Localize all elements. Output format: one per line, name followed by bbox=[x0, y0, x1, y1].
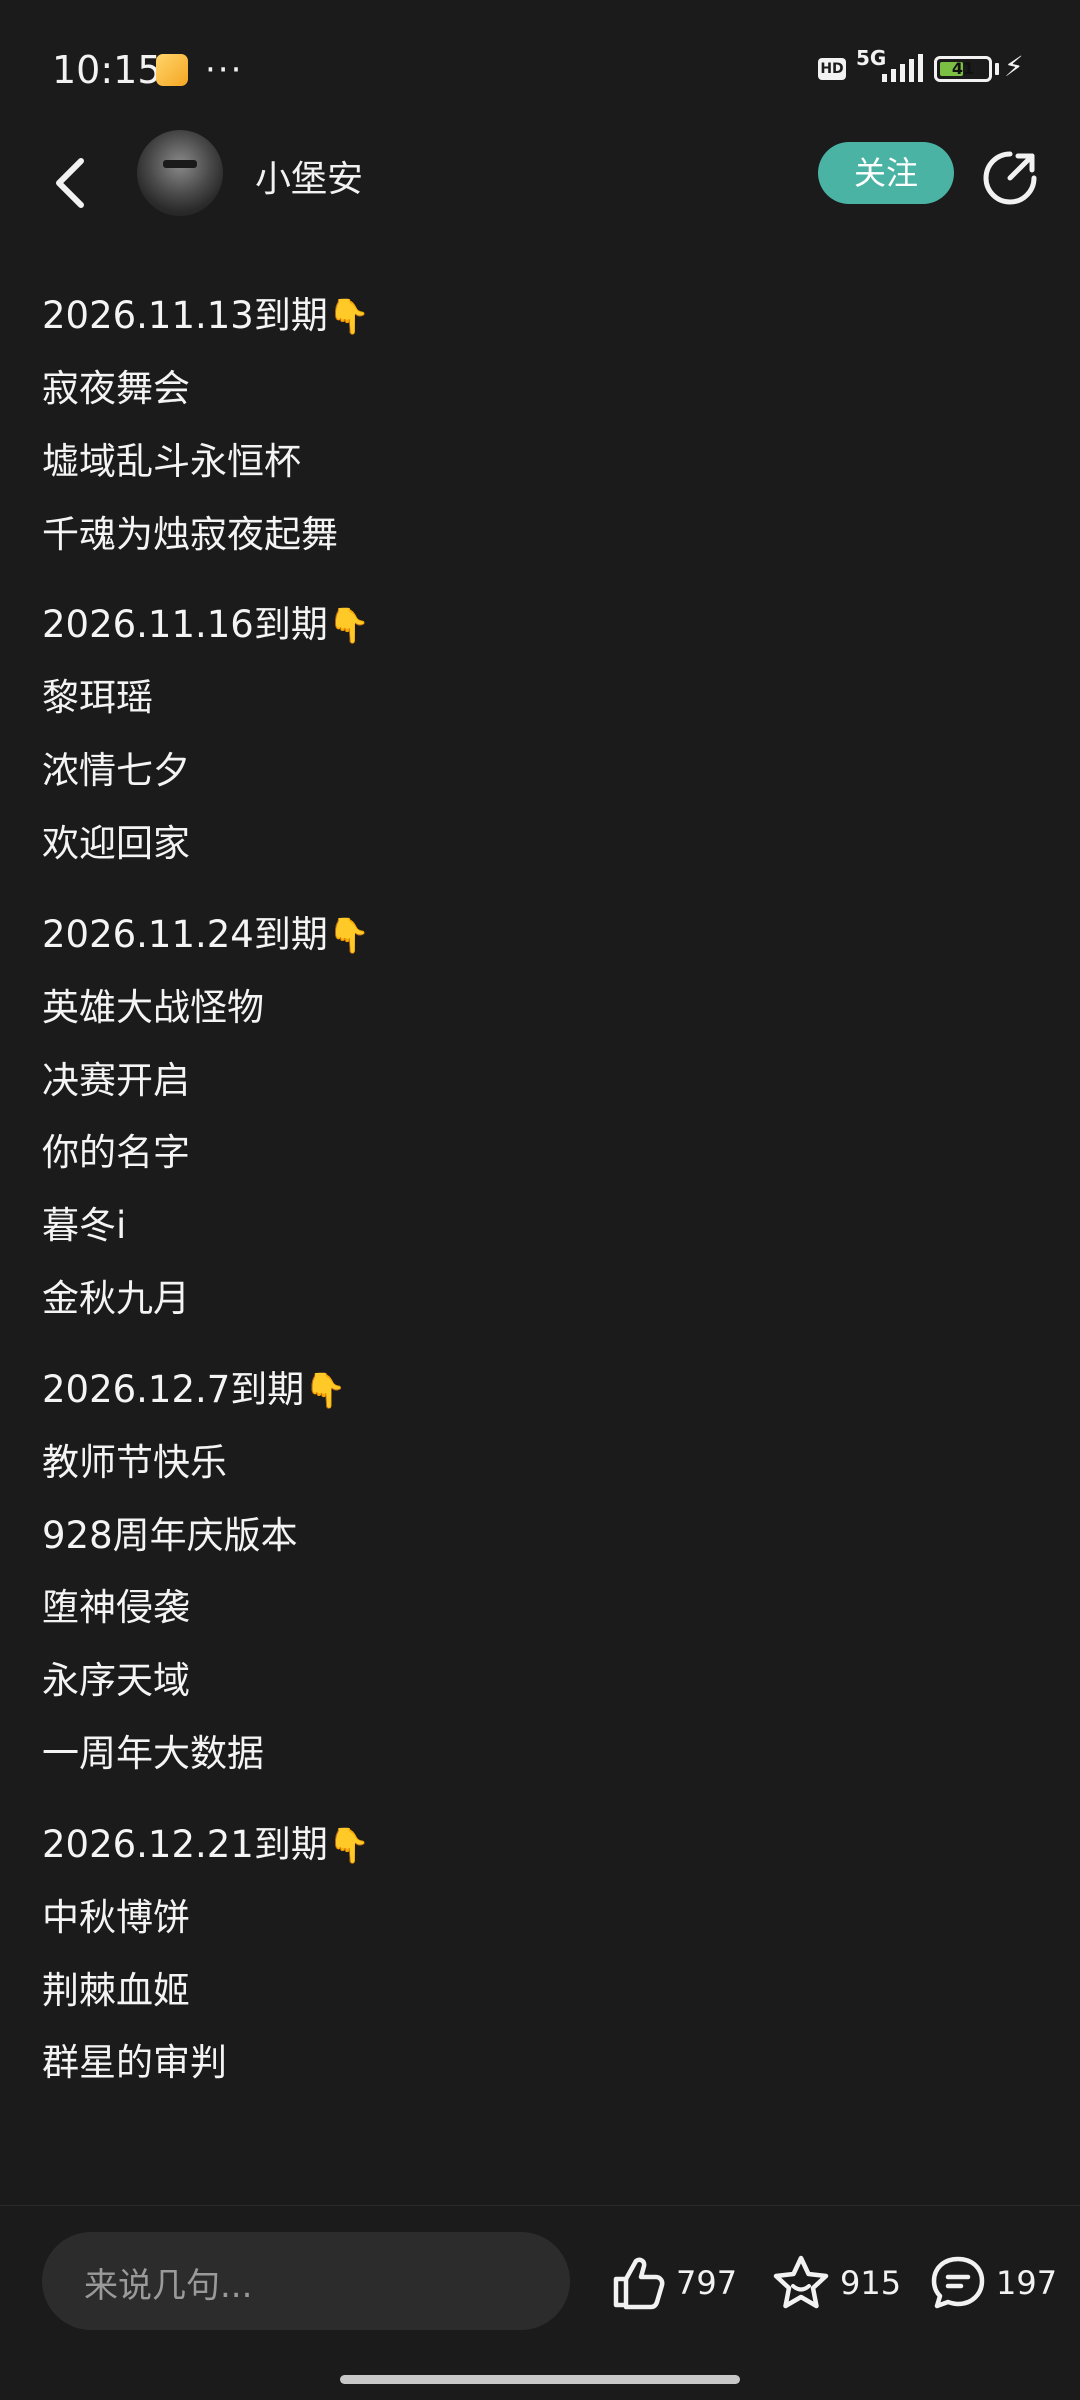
list-item: 堕神侵袭 bbox=[42, 1586, 190, 1630]
star-icon bbox=[773, 2255, 829, 2309]
list-item: 英雄大战怪物 bbox=[42, 985, 264, 1029]
charging-icon: ⚡ bbox=[1004, 50, 1024, 83]
comment-bubble-icon bbox=[931, 2256, 985, 2309]
list-item: 一周年大数据 bbox=[42, 1731, 264, 1775]
expiry-section: 2026.11.24到期👇 英雄大战怪物 决赛开启 你的名字 暮冬i 金秋九月 bbox=[42, 899, 1042, 1336]
pointing-down-emoji: 👇 bbox=[304, 1370, 347, 1411]
expiry-date-heading: 2026.11.16到期👇 bbox=[42, 603, 371, 647]
list-item: 金秋九月 bbox=[42, 1276, 190, 1320]
comment-button[interactable]: 197 bbox=[928, 2248, 1057, 2318]
favorite-button[interactable]: 915 bbox=[770, 2248, 901, 2318]
list-item: 暮冬i bbox=[42, 1204, 127, 1248]
expiry-section: 2026.12.7到期👇 教师节快乐 928周年庆版本 堕神侵袭 永序天域 一周… bbox=[42, 1354, 1042, 1791]
list-item: 群星的审判 bbox=[42, 2041, 227, 2085]
list-item: 千魂为烛寂夜起舞 bbox=[42, 512, 338, 556]
pointing-down-emoji: 👇 bbox=[327, 1825, 371, 1866]
list-item: 教师节快乐 bbox=[42, 1440, 227, 1484]
list-item: 928周年庆版本 bbox=[42, 1513, 298, 1557]
status-bar: 10:15 ··· HD 5G 41 ⚡ bbox=[0, 0, 1080, 140]
back-button[interactable] bbox=[40, 148, 100, 218]
expiry-section: 2026.11.16到期👇 黎珥瑶 浓情七夕 欢迎回家 bbox=[42, 589, 1042, 880]
follow-button[interactable]: 关注 bbox=[818, 142, 954, 204]
more-notifications-icon: ··· bbox=[205, 50, 244, 90]
favorite-count: 915 bbox=[840, 2264, 902, 2302]
hd-icon: HD bbox=[818, 58, 846, 80]
list-item: 中秋博饼 bbox=[42, 1895, 190, 1939]
expiry-date-heading: 2026.11.24到期👇 bbox=[42, 912, 371, 956]
expiry-date-heading: 2026.12.21到期👇 bbox=[42, 1822, 371, 1866]
post-header: 小堡安 关注 bbox=[0, 130, 1080, 240]
pointing-down-emoji: 👇 bbox=[327, 297, 371, 337]
avatar[interactable] bbox=[137, 130, 223, 216]
comment-placeholder: 来说几句... bbox=[84, 2266, 253, 2306]
expiry-date-heading: 2026.12.7到期👇 bbox=[42, 1367, 347, 1411]
pointing-down-emoji: 👇 bbox=[327, 915, 371, 956]
home-indicator[interactable] bbox=[340, 2375, 740, 2384]
expiry-date-heading: 2026.11.13到期👇 bbox=[42, 294, 371, 337]
notification-app-icon bbox=[156, 54, 188, 86]
thumbs-up-icon bbox=[613, 2257, 665, 2310]
list-item: 墟域乱斗永恒杯 bbox=[42, 439, 301, 483]
battery-cap bbox=[995, 63, 999, 75]
list-item: 你的名字 bbox=[42, 1131, 190, 1175]
comment-input[interactable]: 来说几句... bbox=[42, 2232, 570, 2330]
battery-level: 41 bbox=[951, 59, 975, 78]
bottom-divider bbox=[0, 2205, 1080, 2206]
expiry-section: 2026.12.21到期👇 中秋博饼 荆棘血姬 群星的审判 bbox=[42, 1809, 1042, 2100]
list-item: 黎珥瑶 bbox=[42, 676, 153, 720]
like-count: 797 bbox=[676, 2264, 738, 2302]
status-time: 10:15 bbox=[52, 48, 162, 92]
author-name[interactable]: 小堡安 bbox=[255, 150, 363, 202]
list-item: 荆棘血姬 bbox=[42, 1968, 190, 2012]
list-item: 永序天域 bbox=[42, 1659, 190, 1703]
share-icon bbox=[983, 151, 1037, 205]
list-item: 决赛开启 bbox=[42, 1058, 190, 1102]
list-item: 浓情七夕 bbox=[42, 749, 190, 793]
pointing-down-emoji: 👇 bbox=[327, 606, 371, 647]
list-item: 欢迎回家 bbox=[42, 821, 190, 865]
battery-icon: 41 bbox=[934, 56, 992, 82]
chevron-left-icon bbox=[56, 158, 84, 208]
signal-icon bbox=[882, 54, 923, 82]
list-item: 寂夜舞会 bbox=[42, 367, 190, 410]
post-content: 2026.11.13到期👇 寂夜舞会 墟域乱斗永恒杯 千魂为烛寂夜起舞 2026… bbox=[42, 280, 1042, 2118]
share-button[interactable] bbox=[980, 148, 1040, 208]
comment-count: 197 bbox=[996, 2264, 1058, 2302]
like-button[interactable]: 797 bbox=[608, 2248, 737, 2318]
expiry-section: 2026.11.13到期👇 寂夜舞会 墟域乱斗永恒杯 千魂为烛寂夜起舞 bbox=[42, 280, 1042, 571]
